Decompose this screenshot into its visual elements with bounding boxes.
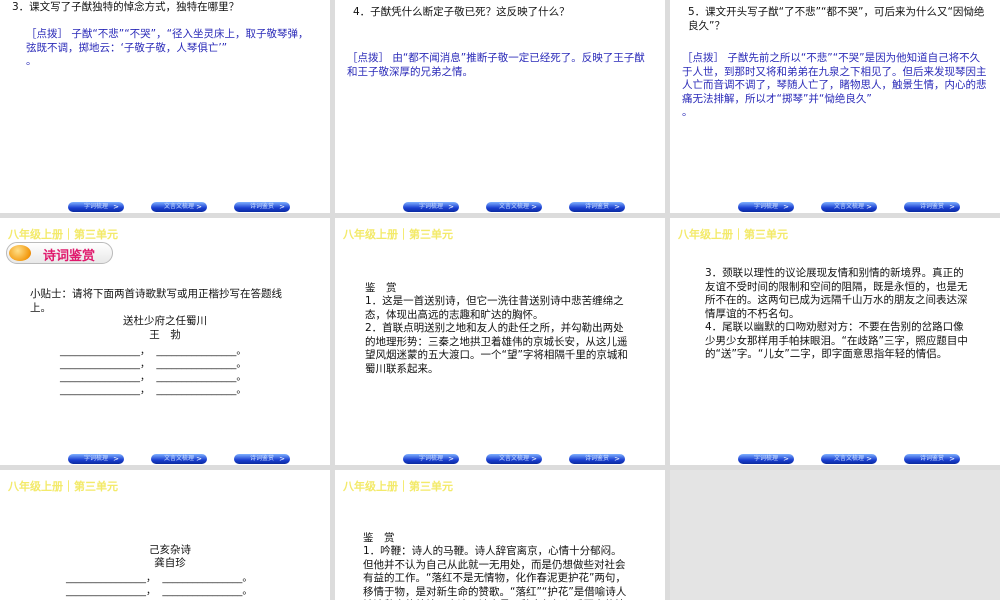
nav-button-vocab[interactable]: 字词梳理 — [68, 454, 124, 464]
nav-button-classical[interactable]: 文言文梳理 — [486, 454, 542, 464]
nav-bar: 字词梳理 文言文梳理 诗词鉴赏 — [738, 202, 960, 212]
poem-title: 己亥杂诗 — [149, 544, 191, 556]
nav-button-poetry[interactable]: 诗词鉴赏 — [569, 202, 625, 212]
nav-button-vocab[interactable]: 字词梳理 — [403, 202, 459, 212]
question-text: 5．课文开头写子猷“了不悲”“都不哭”，可后来为什么又“因恸绝良久”？ — [688, 6, 985, 32]
slide-3[interactable]: 5．课文开头写子猷“了不悲”“都不哭”，可后来为什么又“因恸绝良久”？ ［点拨］… — [670, 0, 1000, 213]
slide-8[interactable]: 八年级上册｜第三单元 鉴 赏 1．吟鞭：诗人的马鞭。诗人辞官离京，心情十分郁闷。… — [335, 470, 665, 600]
nav-bar: 字词梳理 文言文梳理 诗词鉴赏 — [68, 454, 290, 464]
answer-line[interactable]: ________________， ________________。 — [60, 381, 246, 396]
slide-2[interactable]: 4．子猷凭什么断定子敬已死？这反映了什么？ ［点拨］ 由“都不闻消息”推断子敬一… — [335, 0, 665, 213]
section-badge: 诗词鉴赏 — [6, 242, 113, 264]
unit-header: 八年级上册｜第三单元 — [343, 228, 453, 241]
answer-line[interactable]: ________________， ________________。 — [66, 582, 252, 597]
unit-header: 八年级上册｜第三单元 — [678, 228, 788, 241]
slide-4[interactable]: 八年级上册｜第三单元 诗词鉴赏 小贴士：请将下面两首诗歌默写或用正楷抄写在答题线… — [0, 218, 330, 465]
nav-button-vocab[interactable]: 字词梳理 — [738, 454, 794, 464]
nav-button-vocab[interactable]: 字词梳理 — [403, 454, 459, 464]
appreciation-text: 3．颈联以理性的议论展现友情和别情的新境界。真正的友谊不受时间的限制和空间的阻隔… — [705, 267, 968, 360]
nav-button-classical[interactable]: 文言文梳理 — [151, 454, 207, 464]
appreciation-heading: 鉴 赏 — [363, 532, 395, 544]
orange-dot-icon — [9, 245, 31, 261]
nav-bar: 字词梳理 文言文梳理 诗词鉴赏 — [403, 202, 625, 212]
poem-author: 王 勃 — [149, 329, 181, 341]
nav-button-poetry[interactable]: 诗词鉴赏 — [234, 202, 290, 212]
nav-button-poetry[interactable]: 诗词鉴赏 — [904, 454, 960, 464]
poem-title: 送杜少府之任蜀川 — [123, 315, 207, 327]
tip-text: 小贴士：请将下面两首诗歌默写或用正楷抄写在答题线上。 — [30, 288, 282, 314]
nav-button-classical[interactable]: 文言文梳理 — [821, 202, 877, 212]
nav-button-classical[interactable]: 文言文梳理 — [151, 202, 207, 212]
nav-bar: 字词梳理 文言文梳理 诗词鉴赏 — [68, 202, 290, 212]
nav-button-vocab[interactable]: 字词梳理 — [68, 202, 124, 212]
unit-header: 八年级上册｜第三单元 — [8, 228, 118, 241]
hint-text: ［点拨］ 子猷先前之所以“不悲”“不哭”是因为他知道自己将不久于人世，到那时又将… — [682, 52, 987, 118]
nav-button-poetry[interactable]: 诗词鉴赏 — [234, 454, 290, 464]
nav-button-classical[interactable]: 文言文梳理 — [486, 202, 542, 212]
unit-header: 八年级上册｜第三单元 — [343, 480, 453, 493]
nav-bar: 字词梳理 文言文梳理 诗词鉴赏 — [403, 454, 625, 464]
appreciation-text: 1．这是一首送别诗，但它一洗往昔送别诗中悲苦缠绵之态，体现出高远的志趣和旷达的胸… — [365, 295, 628, 375]
section-badge-label: 诗词鉴赏 — [43, 249, 96, 264]
nav-button-poetry[interactable]: 诗词鉴赏 — [569, 454, 625, 464]
empty-slot — [670, 470, 1000, 600]
appreciation-text: 1．吟鞭：诗人的马鞭。诗人辞官离京，心情十分郁闷。但他并不认为自己从此就一无用处… — [363, 545, 627, 600]
slide-1[interactable]: 3．课文写了子猷独特的悼念方式，独特在哪里？ ［点拨］ 子猷“不悲”“不哭”，“… — [0, 0, 330, 213]
slide-6[interactable]: 八年级上册｜第三单元 3．颈联以理性的议论展现友情和别情的新境界。真正的友谊不受… — [670, 218, 1000, 465]
unit-header: 八年级上册｜第三单元 — [8, 480, 118, 493]
hint-text: ［点拨］ 由“都不闻消息”推断子敬一定已经死了。反映了王子猷和王子敬深厚的兄弟之… — [347, 52, 645, 78]
slide-7[interactable]: 八年级上册｜第三单元 己亥杂诗 龚自珍 ________________， __… — [0, 470, 330, 600]
appreciation-heading: 鉴 赏 — [365, 282, 397, 294]
slide-5[interactable]: 八年级上册｜第三单元 鉴 赏 1．这是一首送别诗，但它一洗往昔送别诗中悲苦缠绵之… — [335, 218, 665, 465]
hint-text: ［点拨］ 子猷“不悲”“不哭”，“径入坐灵床上，取子敬琴弹，弦既不调，掷地云：‘… — [26, 28, 309, 67]
nav-button-classical[interactable]: 文言文梳理 — [821, 454, 877, 464]
nav-button-poetry[interactable]: 诗词鉴赏 — [904, 202, 960, 212]
nav-bar: 字词梳理 文言文梳理 诗词鉴赏 — [738, 454, 960, 464]
question-text: 3．课文写了子猷独特的悼念方式，独特在哪里？ — [12, 1, 240, 13]
nav-button-vocab[interactable]: 字词梳理 — [738, 202, 794, 212]
question-text: 4．子猷凭什么断定子敬已死？这反映了什么？ — [353, 6, 570, 18]
